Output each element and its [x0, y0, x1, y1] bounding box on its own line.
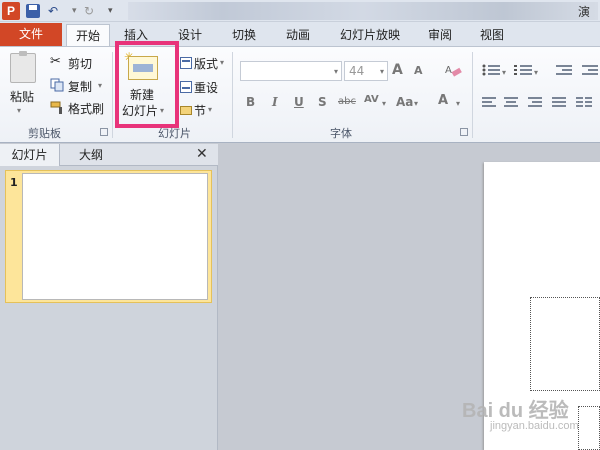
italic-button[interactable]: I [272, 95, 278, 109]
columns-icon[interactable] [576, 96, 594, 111]
svg-text:A: A [445, 65, 452, 76]
save-icon[interactable] [26, 4, 40, 18]
align-right-icon[interactable] [528, 96, 544, 111]
window-title: 演 [578, 5, 591, 19]
change-case-dropdown-icon[interactable]: ▾ [414, 99, 418, 108]
tab-animations[interactable]: 动画 [278, 24, 318, 46]
tab-file[interactable]: 文件 [0, 23, 62, 46]
layout-dropdown-icon[interactable]: ▾ [220, 58, 224, 67]
title-placeholder[interactable] [530, 297, 600, 391]
align-left-icon[interactable] [482, 96, 498, 111]
section-icon [180, 104, 192, 119]
clear-format-icon[interactable]: A [444, 62, 462, 81]
group-separator [472, 52, 473, 138]
title-bar: P ↶ ▾ ↻ ▾ 演 [0, 0, 600, 22]
decrease-indent-icon[interactable] [556, 64, 574, 79]
bullets-dropdown-icon[interactable]: ▾ [502, 68, 506, 77]
justify-icon[interactable] [552, 96, 568, 111]
shrink-font-button[interactable]: A [414, 64, 423, 77]
underline-button[interactable]: U [294, 95, 304, 109]
bold-button[interactable]: B [246, 95, 255, 109]
group-separator [232, 52, 233, 138]
increase-indent-icon[interactable] [582, 64, 600, 79]
group-separator [112, 52, 113, 138]
font-name-dropdown-icon[interactable]: ▾ [334, 67, 338, 76]
powerpoint-logo-icon[interactable]: P [2, 2, 20, 20]
strikethrough-button[interactable]: abc [338, 96, 356, 107]
new-slide-highlight [115, 41, 179, 128]
layout-icon [180, 57, 192, 72]
font-color-button[interactable]: A [438, 93, 448, 108]
tab-home[interactable]: 开始 [66, 24, 110, 46]
tab-outline-panel[interactable]: 大纲 [64, 144, 118, 166]
format-painter-icon [50, 100, 66, 117]
close-panel-icon[interactable]: ✕ [196, 146, 208, 162]
change-case-button[interactable]: Aa [396, 95, 413, 109]
copy-dropdown-icon[interactable]: ▾ [98, 81, 102, 90]
font-size-dropdown-icon[interactable]: ▾ [380, 67, 384, 76]
text-shadow-button[interactable]: S [318, 95, 327, 109]
copy-icon [50, 78, 64, 95]
tab-review[interactable]: 审阅 [420, 24, 460, 46]
tab-transitions[interactable]: 切换 [224, 24, 264, 46]
align-center-icon[interactable] [504, 96, 520, 111]
font-color-dropdown-icon[interactable]: ▾ [456, 99, 460, 108]
watermark-main: Bai du 经验 [462, 400, 569, 422]
copy-button[interactable]: 复制 [68, 78, 92, 95]
blurred-title-area [128, 2, 598, 20]
char-spacing-button[interactable]: AV [364, 94, 379, 105]
reset-icon [180, 81, 192, 96]
tab-view[interactable]: 视图 [472, 24, 512, 46]
layout-button[interactable]: 版式 [194, 55, 218, 72]
undo-icon[interactable]: ↶ [48, 3, 58, 19]
tab-slideshow[interactable]: 幻灯片放映 [330, 24, 410, 46]
font-name-input[interactable] [240, 61, 342, 81]
baidu-watermark: Bai du 经验 jingyan.baidu.com [462, 394, 598, 434]
undo-dropdown-icon[interactable]: ▾ [72, 3, 77, 19]
numbering-dropdown-icon[interactable]: ▾ [534, 68, 538, 77]
section-dropdown-icon[interactable]: ▾ [208, 105, 212, 114]
paste-dropdown-icon[interactable]: ▾ [17, 106, 21, 115]
clipboard-group-label: 剪贴板 [28, 127, 61, 140]
char-spacing-dropdown-icon[interactable]: ▾ [382, 99, 386, 108]
slide-number: 1 [10, 176, 18, 189]
numbering-icon[interactable] [514, 64, 534, 79]
redo-icon[interactable]: ↻ [84, 3, 94, 19]
font-launcher-icon[interactable] [460, 128, 468, 136]
watermark-sub: jingyan.baidu.com [490, 420, 579, 432]
bullets-icon[interactable] [482, 64, 502, 79]
section-button[interactable]: 节 [194, 102, 206, 119]
scissors-icon: ✂ [50, 54, 61, 69]
slide-thumbnail[interactable] [22, 173, 208, 300]
slides-group-label: 幻灯片 [158, 127, 191, 140]
paste-button[interactable]: 粘贴 [10, 88, 34, 105]
font-size-value: 44 [349, 64, 365, 78]
clipboard-launcher-icon[interactable] [100, 128, 108, 136]
panel-tabs: 幻灯片 大纲 [0, 144, 218, 166]
ribbon-tabs: 文件 开始 插入 设计 切换 动画 幻灯片放映 审阅 视图 [0, 22, 600, 46]
format-painter-button[interactable]: 格式刷 [68, 100, 104, 117]
customize-toolbar-icon[interactable]: ▾ [108, 3, 113, 19]
cut-button[interactable]: 剪切 [68, 55, 92, 72]
font-group-label: 字体 [330, 127, 352, 140]
reset-button[interactable]: 重设 [194, 79, 218, 96]
tab-slides-panel[interactable]: 幻灯片 [0, 144, 60, 166]
paste-icon[interactable] [10, 51, 36, 83]
grow-font-button[interactable]: A [392, 62, 403, 78]
